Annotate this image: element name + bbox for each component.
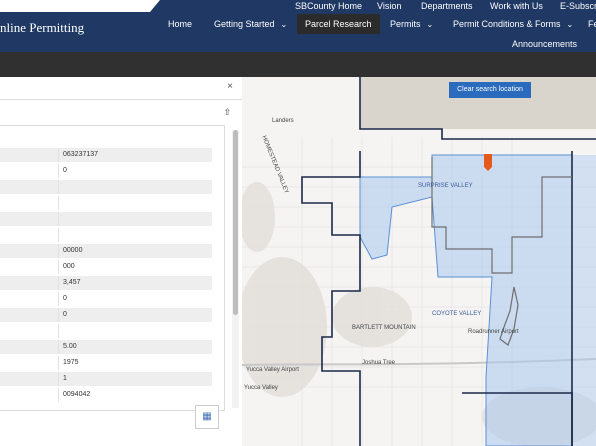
util-link-vision[interactable]: Vision	[377, 0, 401, 12]
util-link-e-subscribe[interactable]: E-Subscri	[560, 0, 596, 12]
attribute-label	[0, 276, 59, 290]
parcel-details-panel: × ⇧ 063237137 0 00000 000 3,457 0 0 5.00…	[0, 77, 243, 446]
panel-scrollbar-thumb[interactable]	[233, 130, 238, 315]
map-label-roadrunner-airport: Roadrunner Airport	[468, 329, 519, 335]
utility-bar-left-strip	[0, 0, 160, 12]
attribute-value	[63, 212, 211, 226]
table-row: 0	[0, 292, 212, 306]
nav-permit-conditions-label: Permit Conditions & Forms	[453, 19, 561, 29]
attribute-label	[0, 148, 59, 162]
map-label-landers: Landers	[272, 118, 294, 124]
share-icon[interactable]: ⇧	[223, 107, 231, 118]
attribute-value	[63, 324, 211, 338]
district-overlay-east	[572, 155, 596, 446]
nav-announcements[interactable]: Announcements	[512, 34, 577, 54]
attribute-value: 000	[63, 263, 75, 270]
nav-getting-started[interactable]: Getting Started ⌄	[214, 14, 287, 34]
attribute-value: 00000	[63, 247, 83, 254]
attribute-value: 1975	[63, 359, 79, 366]
attribute-label	[0, 260, 59, 274]
attribute-label	[0, 388, 59, 402]
site-title[interactable]: nline Permitting	[0, 20, 84, 36]
attribute-label	[0, 180, 59, 194]
table-row: 000	[0, 260, 212, 274]
util-link-departments[interactable]: Departments	[421, 0, 473, 12]
nav-fees[interactable]: Fe	[588, 14, 596, 34]
table-row: 0	[0, 308, 212, 322]
attribute-label	[0, 356, 59, 370]
attribute-label	[0, 212, 59, 226]
attribute-label	[0, 164, 59, 178]
nav-permits[interactable]: Permits ⌄	[390, 14, 433, 34]
map-canvas	[242, 77, 596, 446]
attribute-value: 1	[63, 375, 67, 382]
table-row: 3,457	[0, 276, 212, 290]
map-label-coyote-valley: COYOTE VALLEY	[432, 311, 482, 317]
map-label-yucca-valley: Yucca Valley	[244, 385, 278, 391]
nav-getting-started-label: Getting Started	[214, 19, 275, 29]
nav-permits-label: Permits	[390, 19, 421, 29]
table-row	[0, 196, 212, 210]
chevron-down-icon: ⌄	[280, 20, 288, 29]
clear-search-location-button[interactable]: Clear search location	[449, 82, 531, 98]
table-row	[0, 212, 212, 226]
table-row	[0, 180, 212, 194]
attribute-label	[0, 228, 59, 242]
attribute-label	[0, 308, 59, 322]
attribute-value: 5.00	[63, 343, 77, 350]
table-row: 00000	[0, 244, 212, 258]
table-row: 1975	[0, 356, 212, 370]
table-row: 0	[0, 164, 212, 178]
attribute-label	[0, 292, 59, 306]
attribute-label	[0, 196, 59, 210]
utility-bar: SBCounty Home Vision Departments Work wi…	[0, 0, 596, 12]
table-row: 1	[0, 372, 212, 386]
map-label-bartlett-mountain: BARTLETT MOUNTAIN	[352, 325, 416, 331]
table-row	[0, 228, 212, 242]
nav-parcel-research[interactable]: Parcel Research	[297, 14, 380, 34]
util-link-work-with-us[interactable]: Work with Us	[490, 0, 543, 12]
attribute-value	[63, 228, 211, 242]
attribute-value: 0	[63, 167, 67, 174]
secondary-toolbar	[0, 52, 596, 77]
attribute-value: 0094042	[63, 391, 91, 398]
attribute-label	[0, 340, 59, 354]
map-label-yucca-valley-airport: Yucca Valley Airport	[246, 367, 299, 373]
chevron-down-icon: ⌄	[566, 20, 574, 29]
attribute-label	[0, 324, 59, 338]
util-link-sbcounty-home[interactable]: SBCounty Home	[295, 0, 362, 12]
table-row	[0, 324, 212, 338]
attribute-value: 3,457	[63, 279, 81, 286]
table-row: 063237137	[0, 148, 212, 162]
nav-permit-conditions-forms[interactable]: Permit Conditions & Forms ⌄	[453, 14, 573, 34]
nav-home[interactable]: Home	[168, 14, 192, 34]
attribute-value: 0	[63, 295, 67, 302]
chevron-down-icon: ⌄	[426, 20, 434, 29]
parcel-map[interactable]: Landers HOMESTEAD VALLEY SURPRISE VALLEY…	[242, 77, 596, 446]
attribute-value: 063237137	[63, 151, 99, 158]
close-icon[interactable]: ×	[227, 81, 233, 92]
attribute-label	[0, 372, 59, 386]
attribute-value	[63, 196, 211, 210]
attribute-value	[63, 180, 211, 194]
map-tool-icon[interactable]: ▦	[195, 405, 219, 429]
table-row: 5.00	[0, 340, 212, 354]
attribute-label	[0, 244, 59, 258]
main-navigation: nline Permitting Home Getting Started ⌄ P…	[0, 12, 596, 52]
parcel-attribute-table: 063237137 0 00000 000 3,457 0 0 5.00 197…	[0, 125, 225, 411]
map-label-joshua-tree: Joshua Tree	[362, 360, 396, 366]
panel-header: ×	[0, 77, 242, 100]
table-row: 0094042	[0, 388, 212, 402]
attribute-value: 0	[63, 311, 67, 318]
map-label-surprise-valley: SURPRISE VALLEY	[418, 183, 473, 189]
